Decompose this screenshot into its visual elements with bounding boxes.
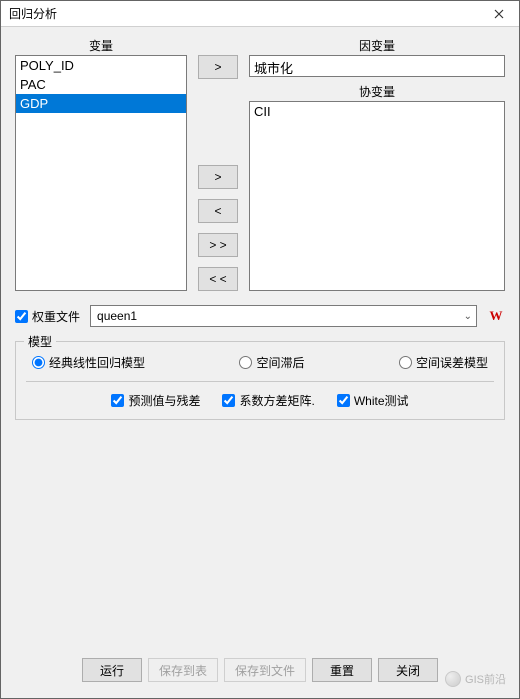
- model-radio-lag-input[interactable]: [239, 356, 252, 369]
- check-pred-resid[interactable]: 预测值与残差: [111, 392, 200, 409]
- model-radio-classic-input[interactable]: [32, 356, 45, 369]
- covariates-listbox[interactable]: CII: [249, 101, 505, 291]
- regression-dialog: 回归分析 变量 POLY_IDPACGDP > > < > > < <: [0, 0, 520, 699]
- variables-listbox[interactable]: POLY_IDPACGDP: [15, 55, 187, 291]
- dependent-heading: 因变量: [249, 37, 505, 55]
- move-to-dependent-button[interactable]: >: [198, 55, 238, 79]
- variables-heading: 变量: [15, 37, 187, 55]
- open-weights-icon[interactable]: W: [487, 307, 505, 325]
- variables-column: 变量 POLY_IDPACGDP: [15, 37, 187, 291]
- dialog-content: 变量 POLY_IDPACGDP > > < > > < < 因变量 城市化 协…: [1, 27, 519, 698]
- save-to-file-button[interactable]: 保存到文件: [224, 658, 306, 682]
- variable-transfer-area: 变量 POLY_IDPACGDP > > < > > < < 因变量 城市化 协…: [15, 37, 505, 291]
- add-covariate-button[interactable]: >: [198, 165, 238, 189]
- close-icon: [494, 9, 504, 19]
- model-groupbox-title: 模型: [24, 333, 56, 350]
- reset-button[interactable]: 重置: [312, 658, 372, 682]
- model-radio-row: 经典线性回归模型 空间滞后 空间误差模型: [26, 352, 494, 382]
- titlebar: 回归分析: [1, 1, 519, 27]
- check-pred-resid-input[interactable]: [111, 394, 124, 407]
- check-coeff-cov[interactable]: 系数方差矩阵.: [222, 392, 314, 409]
- list-item[interactable]: CII: [250, 102, 504, 121]
- list-item[interactable]: GDP: [16, 94, 186, 113]
- model-radio-error[interactable]: 空间误差模型: [399, 354, 488, 371]
- weights-file-checkbox[interactable]: 权重文件: [15, 308, 80, 325]
- close-button[interactable]: 关闭: [378, 658, 438, 682]
- weights-row: 权重文件 queen1 ⌄ W: [15, 305, 505, 327]
- model-radio-error-input[interactable]: [399, 356, 412, 369]
- list-item[interactable]: POLY_ID: [16, 56, 186, 75]
- transfer-buttons-column: > > < > > < <: [193, 37, 243, 291]
- remove-all-covariates-button[interactable]: < <: [198, 267, 238, 291]
- weights-file-label: 权重文件: [32, 308, 80, 325]
- check-coeff-cov-input[interactable]: [222, 394, 235, 407]
- weights-file-value: queen1: [97, 309, 137, 323]
- targets-column: 因变量 城市化 协变量 CII: [249, 37, 505, 291]
- check-white-test[interactable]: White测试: [337, 392, 409, 409]
- covariates-heading: 协变量: [249, 83, 505, 101]
- dependent-field[interactable]: 城市化: [249, 55, 505, 77]
- check-white-test-input[interactable]: [337, 394, 350, 407]
- save-to-table-button[interactable]: 保存到表: [148, 658, 218, 682]
- model-radio-lag[interactable]: 空间滞后: [239, 354, 304, 371]
- list-item[interactable]: PAC: [16, 75, 186, 94]
- remove-covariate-button[interactable]: <: [198, 199, 238, 223]
- chevron-down-icon: ⌄: [464, 311, 472, 322]
- run-button[interactable]: 运行: [82, 658, 142, 682]
- add-all-covariates-button[interactable]: > >: [198, 233, 238, 257]
- weights-file-combo[interactable]: queen1 ⌄: [90, 305, 477, 327]
- window-title: 回归分析: [9, 5, 57, 22]
- weights-file-checkbox-input[interactable]: [15, 310, 28, 323]
- model-radio-classic[interactable]: 经典线性回归模型: [32, 354, 145, 371]
- dialog-button-row: 运行 保存到表 保存到文件 重置 关闭: [15, 658, 505, 688]
- window-close-button[interactable]: [479, 1, 519, 27]
- model-checks-row: 预测值与残差 系数方差矩阵. White测试: [26, 382, 494, 409]
- model-groupbox: 模型 经典线性回归模型 空间滞后 空间误差模型 预测值与残差: [15, 341, 505, 420]
